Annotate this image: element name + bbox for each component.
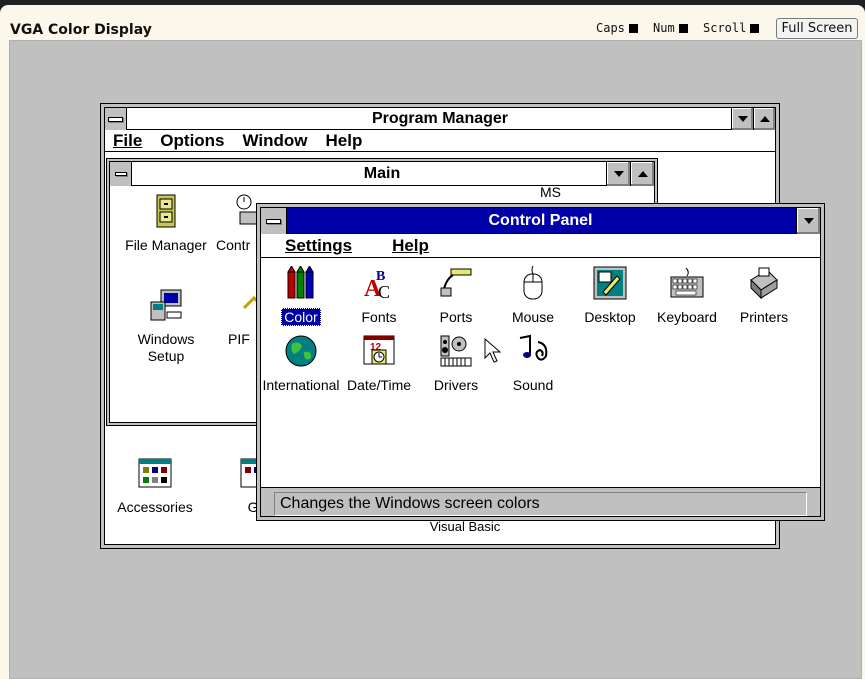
control-panel-window[interactable]: Control Panel Settings Help Color ACB Fo… [256,203,825,521]
drivers-icon [440,335,472,367]
menu-cp-help[interactable]: Help [380,236,435,256]
cp-color-label: Color [281,308,321,326]
main-group-titlebar[interactable]: Main [110,162,654,186]
printer-icon [750,267,778,300]
cp-desktop-label: Desktop [584,309,636,325]
cp-system-menu-icon[interactable] [261,208,287,234]
status-bar: Changes the Windows screen colors [274,492,807,516]
windows-setup-label: Windows Setup [137,331,195,364]
accessories-group-icon [138,458,172,488]
maximize-arrow-icon [759,116,770,122]
cp-keyboard-label: Keyboard [657,309,717,325]
system-menu-icon[interactable] [105,108,127,130]
cp-sound-label: Sound [512,377,554,393]
color-crayons-icon [287,265,314,299]
cp-desktop-item[interactable]: Desktop [570,266,650,326]
main-group-title: Main [363,164,401,182]
program-manager-title: Program Manager [371,109,509,127]
cp-mouse-label: Mouse [511,309,555,325]
cp-fonts-item[interactable]: ACB Fonts [339,266,419,326]
scroll-led-icon [750,23,760,33]
cp-fonts-label: Fonts [361,309,397,325]
menu-window[interactable]: Window [243,131,308,151]
cp-printers-label: Printers [739,309,789,325]
vga-screen[interactable]: Program Manager File Options Window Help… [9,40,862,679]
file-cabinet-icon [156,194,176,228]
svg-text:C: C [378,282,390,300]
minimize-arrow-icon [737,116,748,122]
sound-icon [519,334,548,361]
cp-sound-item[interactable]: Sound [493,334,573,394]
control-panel-titlebar[interactable]: Control Panel [261,208,820,234]
cp-minimize-button[interactable] [796,208,820,234]
cp-printers-item[interactable]: Printers [724,266,804,326]
desktop-icon [593,266,627,300]
ports-icon [440,268,472,297]
cp-datetime-label: Date/Time [346,377,412,393]
accessories-group[interactable]: Accessories [115,456,195,516]
program-manager-menubar: File Options Window Help [105,130,775,152]
num-indicator: Num [653,21,688,35]
file-manager-item[interactable]: File Manager [118,194,214,254]
calendar-clock-icon: 12 [363,335,395,365]
file-manager-label: File Manager [125,237,207,253]
mouse-icon [523,265,543,300]
menu-options[interactable]: Options [160,131,224,151]
scroll-label: Scroll [703,21,747,35]
cp-keyboard-item[interactable]: Keyboard [647,266,727,326]
cp-ports-item[interactable]: Ports [416,266,496,326]
ms-partial-label: MS [540,184,561,200]
main-system-menu-icon[interactable] [110,162,132,186]
app-title: VGA Color Display [10,22,152,38]
maximize-button[interactable] [753,108,775,130]
control-panel-title: Control Panel [488,211,593,229]
globe-icon [285,335,317,367]
control-panel-menubar: Settings Help [261,234,820,258]
main-maximize-arrow-icon [637,171,648,177]
cp-international-label: International [262,377,340,393]
cp-color-item[interactable]: Color [261,265,341,326]
caps-led-icon [628,23,638,33]
accessories-label: Accessories [117,499,193,515]
menu-cp-help-label: Help [392,235,429,255]
cp-datetime-item[interactable]: 12 Date/Time [339,334,419,394]
num-label: Num [653,21,675,35]
menu-help[interactable]: Help [326,131,363,151]
svg-text:B: B [376,269,385,284]
full-screen-button[interactable]: Full Screen [776,18,858,39]
fonts-icon: ACB [364,269,390,302]
minimize-button[interactable] [731,108,753,130]
menu-settings-label: Settings [285,235,353,255]
menu-settings[interactable]: Settings [273,236,358,256]
windows-setup-item[interactable]: Windows Setup [126,288,206,365]
cp-drivers-label: Drivers [433,377,479,393]
program-manager-titlebar[interactable]: Program Manager [105,108,775,130]
cp-international-item[interactable]: International [261,334,341,394]
main-minimize-arrow-icon [613,171,624,177]
windows-setup-icon [150,289,182,321]
menu-file[interactable]: File [113,131,142,151]
cp-mouse-item[interactable]: Mouse [493,265,573,326]
caps-indicator: Caps [596,21,638,35]
num-led-icon [678,23,688,33]
main-maximize-button[interactable] [630,162,654,186]
main-minimize-button[interactable] [606,162,630,186]
caps-label: Caps [596,21,625,35]
cp-ports-label: Ports [439,309,473,325]
keyboard-icon [670,267,704,298]
cp-minimize-arrow-icon [803,218,814,224]
scroll-indicator: Scroll [703,21,760,35]
